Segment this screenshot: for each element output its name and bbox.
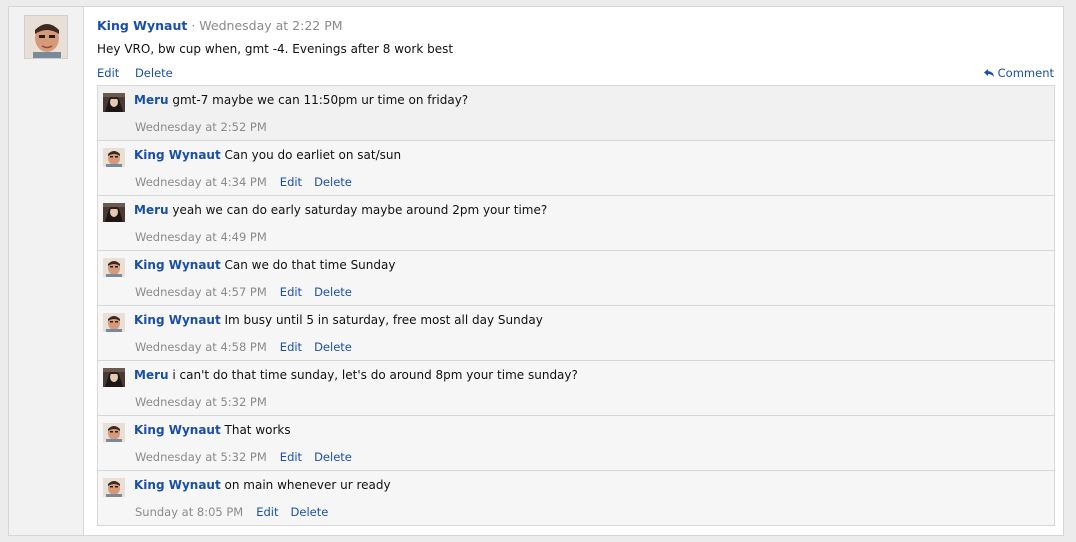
comment-avatar[interactable] bbox=[103, 93, 125, 112]
author-avatar[interactable] bbox=[24, 15, 68, 59]
king-avatar-icon bbox=[103, 148, 125, 167]
comment-edit-link[interactable]: Edit bbox=[256, 505, 278, 519]
king-avatar-image bbox=[25, 16, 67, 58]
comment-meta: Wednesday at 4:49 PM bbox=[135, 230, 267, 244]
comment-author-link[interactable]: King Wynaut bbox=[134, 313, 221, 327]
comment-text: yeah we can do early saturday maybe arou… bbox=[168, 203, 548, 217]
comment-timestamp[interactable]: Wednesday at 4:34 PM bbox=[135, 175, 267, 189]
comment-edit-link[interactable]: Edit bbox=[280, 175, 302, 189]
comment-timestamp[interactable]: Wednesday at 4:49 PM bbox=[135, 230, 267, 244]
meru-avatar-icon bbox=[103, 93, 125, 112]
comment-timestamp[interactable]: Wednesday at 2:52 PM bbox=[135, 120, 267, 134]
comment-item: King Wynaut Can you do earliet on sat/su… bbox=[98, 141, 1054, 196]
post-message: Hey VRO, bw cup when, gmt -4. Evenings a… bbox=[97, 42, 454, 56]
comment-content: Meru gmt-7 maybe we can 11:50pm ur time … bbox=[134, 93, 468, 107]
comment-timestamp[interactable]: Wednesday at 5:32 PM bbox=[135, 450, 267, 464]
comment-content: King Wynaut Can you do earliet on sat/su… bbox=[134, 148, 401, 162]
comment-edit-link[interactable]: Edit bbox=[280, 285, 302, 299]
comment-text: gmt-7 maybe we can 11:50pm ur time on fr… bbox=[168, 93, 469, 107]
post-delete-link[interactable]: Delete bbox=[135, 66, 173, 80]
comment-author-link[interactable]: King Wynaut bbox=[134, 478, 221, 492]
comment-delete-link[interactable]: Delete bbox=[291, 505, 329, 519]
comment-button[interactable]: Comment bbox=[983, 66, 1054, 80]
comment-delete-link[interactable]: Delete bbox=[314, 450, 352, 464]
header-separator: · bbox=[191, 18, 196, 33]
post-edit-link[interactable]: Edit bbox=[97, 66, 119, 80]
comment-edit-link[interactable]: Edit bbox=[280, 450, 302, 464]
comment-text: on main whenever ur ready bbox=[220, 478, 391, 492]
comment-meta: Wednesday at 2:52 PM bbox=[135, 120, 267, 134]
meru-avatar-icon bbox=[103, 203, 125, 222]
profile-post: King Wynaut · Wednesday at 2:22 PM Hey V… bbox=[8, 6, 1064, 536]
comment-text: i can't do that time sunday, let's do ar… bbox=[168, 368, 578, 382]
comment-content: King Wynaut Im busy until 5 in saturday,… bbox=[134, 313, 543, 327]
post-avatar-column bbox=[9, 7, 84, 535]
comment-delete-link[interactable]: Delete bbox=[314, 175, 352, 189]
king-avatar-icon bbox=[103, 258, 125, 277]
comment-text: Can we do that time Sunday bbox=[220, 258, 396, 272]
comment-content: Meru i can't do that time sunday, let's … bbox=[134, 368, 578, 382]
comment-item: King Wynaut That works Wednesday at 5:32 … bbox=[98, 416, 1054, 471]
comment-text: That works bbox=[220, 423, 291, 437]
comment-avatar[interactable] bbox=[103, 313, 125, 332]
post-timestamp[interactable]: Wednesday at 2:22 PM bbox=[199, 18, 342, 33]
comment-text: Can you do earliet on sat/sun bbox=[220, 148, 402, 162]
comment-delete-link[interactable]: Delete bbox=[314, 285, 352, 299]
comment-item: Meru gmt-7 maybe we can 11:50pm ur time … bbox=[98, 86, 1054, 141]
comment-meta: Wednesday at 4:34 PM Edit Delete bbox=[135, 175, 352, 189]
comment-author-link[interactable]: Meru bbox=[134, 203, 169, 217]
comment-author-link[interactable]: Meru bbox=[134, 368, 169, 382]
reply-arrow-icon bbox=[983, 69, 994, 77]
comment-meta: Wednesday at 4:58 PM Edit Delete bbox=[135, 340, 352, 354]
comment-avatar[interactable] bbox=[103, 203, 125, 222]
comment-item: Meru yeah we can do early saturday maybe… bbox=[98, 196, 1054, 251]
post-actions: Edit Delete bbox=[97, 66, 185, 80]
comment-meta: Wednesday at 5:32 PM bbox=[135, 395, 267, 409]
comment-timestamp[interactable]: Sunday at 8:05 PM bbox=[135, 505, 243, 519]
comment-list: Meru gmt-7 maybe we can 11:50pm ur time … bbox=[97, 85, 1055, 526]
comment-content: King Wynaut on main whenever ur ready bbox=[134, 478, 391, 492]
comment-avatar[interactable] bbox=[103, 258, 125, 277]
comment-item: King Wynaut Can we do that time Sunday We… bbox=[98, 251, 1054, 306]
comment-item: King Wynaut on main whenever ur ready Sun… bbox=[98, 471, 1054, 525]
comment-item: Meru i can't do that time sunday, let's … bbox=[98, 361, 1054, 416]
comment-timestamp[interactable]: Wednesday at 4:58 PM bbox=[135, 340, 267, 354]
comment-avatar[interactable] bbox=[103, 368, 125, 387]
comment-timestamp[interactable]: Wednesday at 5:32 PM bbox=[135, 395, 267, 409]
comment-edit-link[interactable]: Edit bbox=[280, 340, 302, 354]
meru-avatar-icon bbox=[103, 368, 125, 387]
comment-delete-link[interactable]: Delete bbox=[314, 340, 352, 354]
comment-content: King Wynaut Can we do that time Sunday bbox=[134, 258, 395, 272]
comment-avatar[interactable] bbox=[103, 423, 125, 442]
post-header: King Wynaut · Wednesday at 2:22 PM bbox=[97, 18, 343, 33]
comment-meta: Sunday at 8:05 PM Edit Delete bbox=[135, 505, 328, 519]
king-avatar-icon bbox=[103, 478, 125, 497]
comment-item: King Wynaut Im busy until 5 in saturday,… bbox=[98, 306, 1054, 361]
comment-text: Im busy until 5 in saturday, free most a… bbox=[220, 313, 543, 327]
comment-author-link[interactable]: King Wynaut bbox=[134, 258, 221, 272]
comment-content: King Wynaut That works bbox=[134, 423, 291, 437]
comment-content: Meru yeah we can do early saturday maybe… bbox=[134, 203, 547, 217]
comment-author-link[interactable]: Meru bbox=[134, 93, 169, 107]
comment-author-link[interactable]: King Wynaut bbox=[134, 423, 221, 437]
comment-timestamp[interactable]: Wednesday at 4:57 PM bbox=[135, 285, 267, 299]
comment-button-label: Comment bbox=[997, 66, 1054, 80]
king-avatar-icon bbox=[103, 313, 125, 332]
comment-meta: Wednesday at 5:32 PM Edit Delete bbox=[135, 450, 352, 464]
king-avatar-icon bbox=[103, 423, 125, 442]
comment-meta: Wednesday at 4:57 PM Edit Delete bbox=[135, 285, 352, 299]
comment-avatar[interactable] bbox=[103, 148, 125, 167]
comment-avatar[interactable] bbox=[103, 478, 125, 497]
comment-author-link[interactable]: King Wynaut bbox=[134, 148, 221, 162]
post-author-link[interactable]: King Wynaut bbox=[97, 18, 187, 33]
